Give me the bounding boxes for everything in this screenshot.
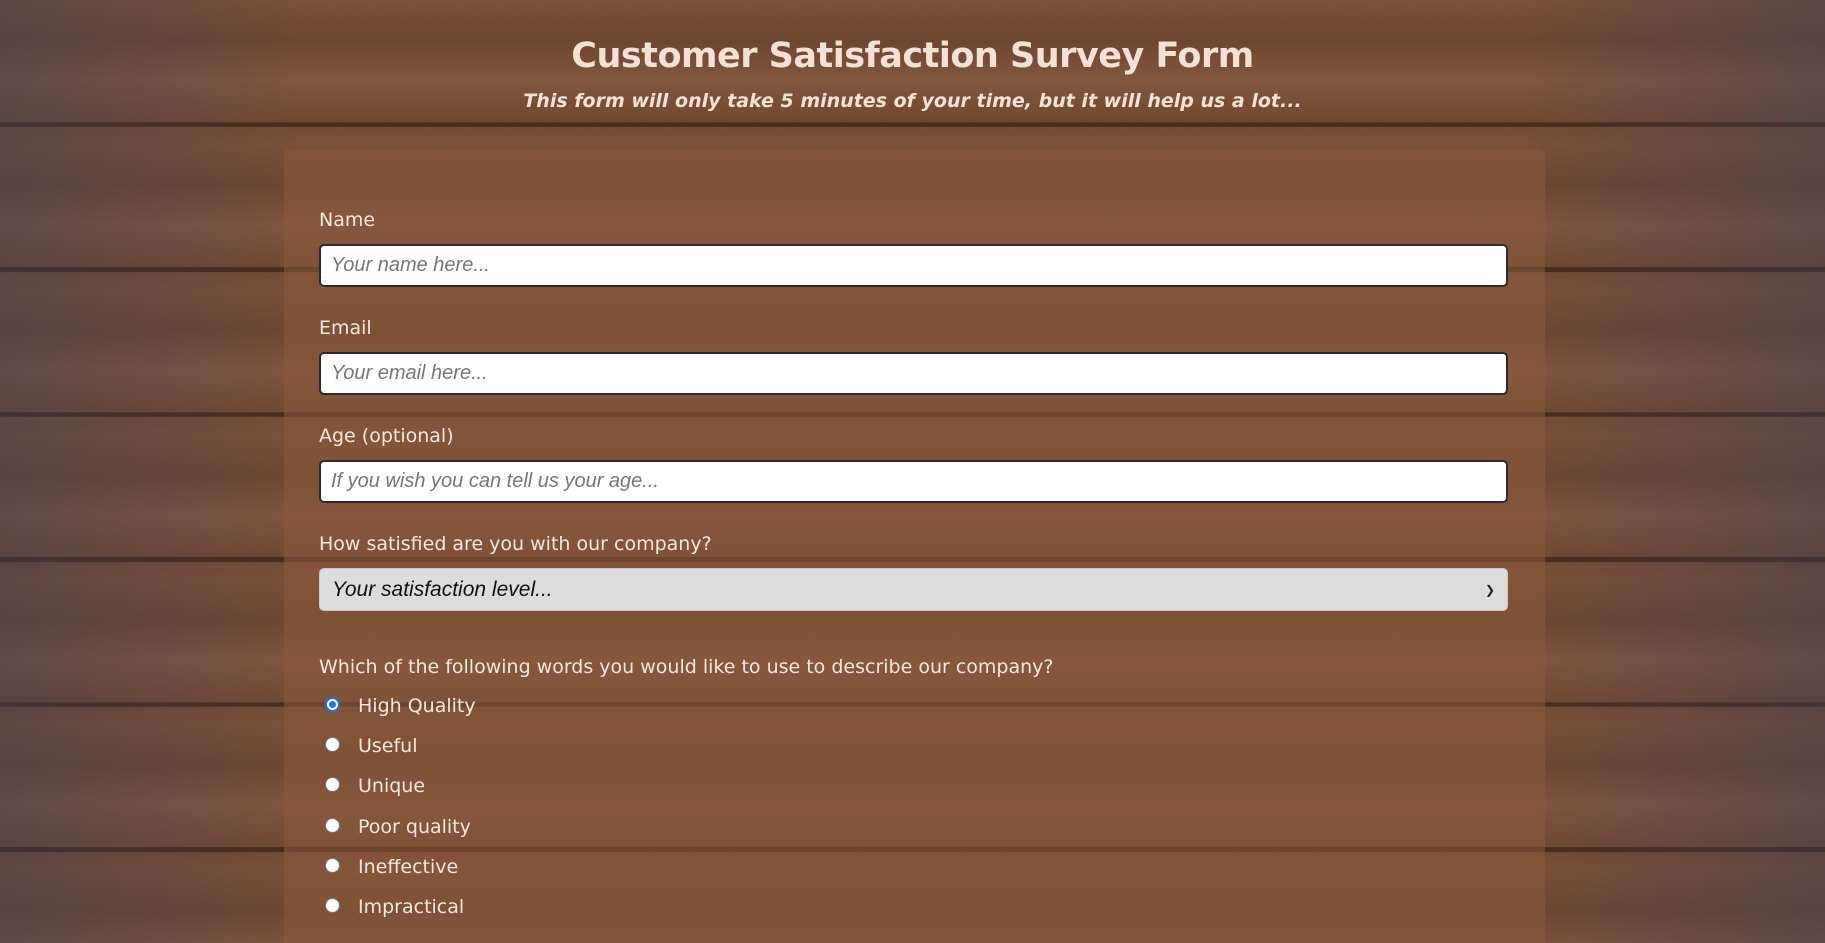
radio-label: Ineffective bbox=[358, 856, 459, 878]
radio-option-unique[interactable]: Unique bbox=[325, 774, 425, 798]
age-input[interactable] bbox=[319, 460, 1508, 503]
satisfaction-label: How satisfied are you with our company? bbox=[319, 533, 712, 555]
age-label: Age (optional) bbox=[319, 425, 454, 447]
radio-option-ineffective[interactable]: Ineffective bbox=[325, 855, 458, 879]
satisfaction-selected-value: Your satisfaction level... bbox=[332, 577, 553, 601]
radio-button[interactable] bbox=[325, 817, 340, 833]
name-input[interactable] bbox=[319, 244, 1508, 287]
radio-button[interactable] bbox=[325, 776, 340, 792]
radio-label: Poor quality bbox=[358, 816, 471, 838]
radio-label: High Quality bbox=[358, 695, 476, 717]
radio-option-impractical[interactable]: Impractical bbox=[325, 895, 464, 919]
radio-button[interactable] bbox=[325, 736, 340, 752]
radio-label: Unique bbox=[358, 775, 426, 797]
radio-option-poor-quality[interactable]: Poor quality bbox=[325, 815, 471, 839]
radio-option-high-quality[interactable]: High Quality bbox=[325, 694, 476, 718]
survey-form: Name Email Age (optional) How satisfied … bbox=[284, 149, 1545, 943]
chevron-down-icon: ❯ bbox=[1484, 582, 1495, 597]
satisfaction-select[interactable]: Your satisfaction level... ❯ bbox=[319, 568, 1508, 611]
radio-button[interactable] bbox=[325, 857, 340, 873]
radio-label: Impractical bbox=[358, 896, 465, 918]
name-label: Name bbox=[319, 209, 376, 231]
radio-button[interactable] bbox=[325, 897, 340, 913]
describe-label: Which of the following words you would l… bbox=[319, 656, 1054, 678]
email-label: Email bbox=[319, 317, 372, 339]
email-input[interactable] bbox=[319, 352, 1508, 395]
radio-label: Useful bbox=[358, 735, 418, 757]
page-header: Customer Satisfaction Survey Form This f… bbox=[0, 36, 1825, 112]
page-subtitle: This form will only take 5 minutes of yo… bbox=[523, 90, 1302, 112]
page-title: Customer Satisfaction Survey Form bbox=[571, 36, 1254, 76]
radio-option-useful[interactable]: Useful bbox=[325, 734, 418, 758]
radio-button[interactable] bbox=[325, 696, 340, 712]
